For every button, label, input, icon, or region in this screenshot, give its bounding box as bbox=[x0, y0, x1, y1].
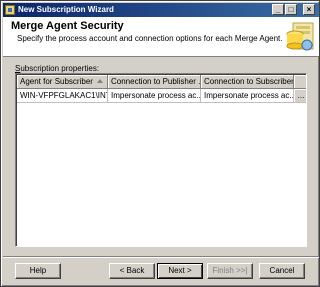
next-button[interactable]: Next > bbox=[157, 263, 203, 279]
finish-button[interactable]: Finish >>| bbox=[207, 263, 253, 279]
close-button[interactable]: × bbox=[303, 4, 315, 15]
cell-subscriber-connection[interactable]: Impersonate process ac... bbox=[201, 89, 294, 103]
minimize-button[interactable]: _ bbox=[272, 4, 284, 15]
cancel-button[interactable]: Cancel bbox=[259, 263, 305, 279]
help-button[interactable]: Help bbox=[15, 263, 61, 279]
column-header-subscriber-connection[interactable]: Connection to Subscriber bbox=[201, 75, 294, 89]
wizard-header: Merge Agent Security Specify the process… bbox=[3, 17, 319, 57]
cell-agent-for-subscriber[interactable]: WIN-VFPFGLAKAC1\INT2 bbox=[17, 89, 108, 103]
maximize-button[interactable]: □ bbox=[285, 4, 297, 15]
subscription-properties-label: Subscription properties: bbox=[15, 64, 100, 73]
edit-agent-security-button[interactable]: ... bbox=[294, 89, 306, 102]
page-subtitle: Specify the process account and connecti… bbox=[17, 34, 283, 43]
database-server-icon bbox=[286, 22, 314, 51]
title-bar[interactable]: New Subscription Wizard _ □ × bbox=[3, 3, 319, 17]
wizard-app-icon bbox=[5, 5, 15, 15]
column-header-publisher-connection[interactable]: Connection to Publisher ... bbox=[108, 75, 201, 89]
wizard-window: New Subscription Wizard _ □ × Merge Agen… bbox=[0, 0, 320, 287]
column-header-agent[interactable]: Agent for Subscriber bbox=[17, 75, 108, 89]
cell-action: ... bbox=[294, 89, 306, 103]
sort-ascending-icon bbox=[97, 79, 103, 83]
window-title: New Subscription Wizard bbox=[18, 5, 114, 14]
subscription-properties-grid[interactable]: Agent for Subscriber Connection to Publi… bbox=[15, 73, 307, 247]
page-title: Merge Agent Security bbox=[11, 20, 124, 32]
button-divider bbox=[3, 256, 319, 258]
cell-publisher-connection[interactable]: Impersonate process ac... bbox=[108, 89, 201, 103]
back-button[interactable]: < Back bbox=[109, 263, 155, 279]
column-header-action bbox=[294, 75, 306, 89]
